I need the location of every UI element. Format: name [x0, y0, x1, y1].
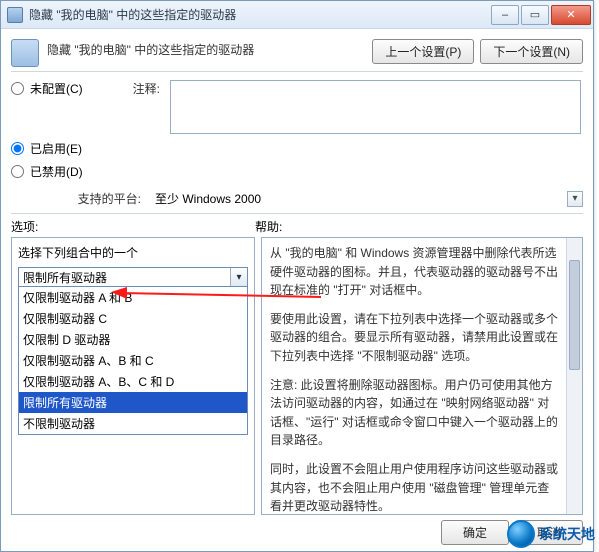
brand-logo: 系统天地 — [507, 520, 595, 548]
platform-value: 至少 Windows 2000 — [151, 188, 567, 209]
app-icon — [7, 7, 23, 23]
radio-label-not-configured[interactable]: 未配置(C) — [30, 80, 100, 97]
radio-row-enabled: 已启用(E) — [11, 140, 583, 157]
help-pane: 从 "我的电脑" 和 Windows 资源管理器中删除代表所选硬件驱动器的图标。… — [261, 237, 583, 515]
options-label: 选项: — [11, 218, 255, 235]
help-p0: 从 "我的电脑" 和 Windows 资源管理器中删除代表所选硬件驱动器的图标。… — [270, 244, 574, 300]
combo-option-no-restrict[interactable]: 不限制驱动器 — [19, 413, 247, 434]
globe-icon — [507, 520, 535, 548]
separator-2 — [11, 213, 583, 214]
drive-combo[interactable]: 限制所有驱动器 ▾ — [18, 267, 248, 287]
platform-row: 支持的平台: 至少 Windows 2000 ▾ — [11, 188, 583, 209]
separator — [11, 71, 583, 72]
drive-combo-dropdown: 仅限制驱动器 A 和 B 仅限制驱动器 C 仅限制 D 驱动器 仅限制驱动器 A… — [18, 287, 248, 435]
state-radios: 未配置(C) 注释: 已启用(E) 已禁用(D) — [11, 80, 583, 180]
comment-label: 注释: — [100, 80, 160, 97]
combo-option-a-b[interactable]: 仅限制驱动器 A 和 B — [19, 287, 247, 308]
window-controls: – ▭ ✕ — [491, 5, 593, 25]
help-label: 帮助: — [255, 218, 282, 235]
help-p1: 要使用此设置，请在下拉列表中选择一个驱动器或多个驱动器的组合。要显示所有驱动器，… — [270, 310, 574, 366]
radio-row-not-configured: 未配置(C) 注释: — [11, 80, 583, 134]
brand-text: 系统天地 — [539, 524, 595, 544]
next-setting-button[interactable]: 下一个设置(N) — [480, 39, 583, 64]
minimize-button[interactable]: – — [491, 5, 519, 25]
help-p2: 注意: 此设置将删除驱动器图标。用户仍可使用其他方法访问驱动器的内容，如通过在 … — [270, 376, 574, 450]
policy-editor-window: 隐藏 "我的电脑" 中的这些指定的驱动器 – ▭ ✕ 隐藏 "我的电脑" 中的这… — [0, 0, 594, 552]
close-button[interactable]: ✕ — [551, 5, 591, 25]
content-area: 隐藏 "我的电脑" 中的这些指定的驱动器 上一个设置(P) 下一个设置(N) 未… — [1, 29, 593, 515]
titlebar[interactable]: 隐藏 "我的电脑" 中的这些指定的驱动器 – ▭ ✕ — [1, 1, 593, 29]
radio-not-configured[interactable] — [11, 82, 24, 95]
options-header: 选择下列组合中的一个 — [18, 244, 248, 261]
help-p3: 同时，此设置不会阻止用户使用程序访问这些驱动器或其内容，也不会阻止用户使用 "磁… — [270, 460, 574, 515]
policy-title: 隐藏 "我的电脑" 中的这些指定的驱动器 — [47, 37, 372, 58]
radio-disabled[interactable] — [11, 165, 24, 178]
ok-button[interactable]: 确定 — [441, 520, 509, 545]
header-row: 隐藏 "我的电脑" 中的这些指定的驱动器 上一个设置(P) 下一个设置(N) — [11, 37, 583, 67]
combo-option-restrict-all[interactable]: 限制所有驱动器 — [19, 392, 247, 413]
policy-icon — [11, 39, 39, 67]
options-pane: 选择下列组合中的一个 限制所有驱动器 ▾ 仅限制驱动器 A 和 B 仅限制驱动器… — [11, 237, 255, 515]
window-title: 隐藏 "我的电脑" 中的这些指定的驱动器 — [29, 6, 491, 23]
panes: 选择下列组合中的一个 限制所有驱动器 ▾ 仅限制驱动器 A 和 B 仅限制驱动器… — [11, 237, 583, 515]
radio-enabled[interactable] — [11, 142, 24, 155]
comment-textarea[interactable] — [170, 80, 581, 134]
pane-labels: 选项: 帮助: — [11, 218, 583, 235]
combo-option-a-b-c[interactable]: 仅限制驱动器 A、B 和 C — [19, 350, 247, 371]
combo-option-c[interactable]: 仅限制驱动器 C — [19, 308, 247, 329]
previous-setting-button[interactable]: 上一个设置(P) — [372, 39, 474, 64]
combo-option-a-b-c-d[interactable]: 仅限制驱动器 A、B、C 和 D — [19, 371, 247, 392]
radio-row-disabled: 已禁用(D) — [11, 163, 583, 180]
scrollbar-thumb[interactable] — [569, 260, 580, 370]
nav-buttons: 上一个设置(P) 下一个设置(N) — [372, 39, 583, 64]
radio-label-disabled[interactable]: 已禁用(D) — [30, 163, 100, 180]
drive-combo-value: 限制所有驱动器 — [19, 269, 230, 286]
combo-option-d[interactable]: 仅限制 D 驱动器 — [19, 329, 247, 350]
maximize-button[interactable]: ▭ — [521, 5, 549, 25]
platform-chevron-icon[interactable]: ▾ — [567, 191, 583, 207]
scrollbar[interactable] — [566, 238, 582, 514]
radio-label-enabled[interactable]: 已启用(E) — [30, 140, 100, 157]
chevron-down-icon[interactable]: ▾ — [230, 268, 247, 286]
platform-label: 支持的平台: — [11, 190, 141, 207]
